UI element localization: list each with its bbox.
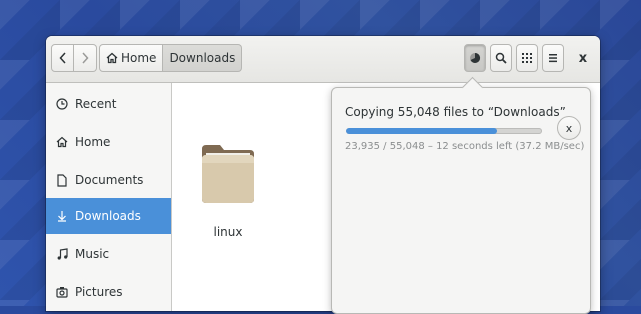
sidebar-item-downloads[interactable]: Downloads bbox=[46, 198, 171, 234]
operation-progress-bar bbox=[346, 128, 542, 134]
operations-button[interactable] bbox=[464, 44, 486, 72]
home-icon bbox=[55, 136, 69, 148]
operation-status: 23,935 / 55,048 – 12 seconds left (37.2 … bbox=[345, 141, 585, 152]
home-icon bbox=[106, 52, 118, 64]
clock-icon bbox=[55, 98, 69, 110]
sidebar-item-music[interactable]: Music bbox=[46, 236, 171, 272]
chevron-right-icon bbox=[82, 52, 89, 64]
back-button[interactable] bbox=[51, 44, 74, 72]
close-icon: x bbox=[565, 121, 573, 135]
hamburger-menu-icon bbox=[549, 54, 557, 63]
sidebar-item-pictures[interactable]: Pictures bbox=[46, 274, 171, 310]
pie-progress-icon bbox=[470, 52, 481, 63]
operation-progress-fill bbox=[346, 128, 497, 134]
sidebar-item-recent[interactable]: Recent bbox=[46, 86, 171, 122]
breadcrumb-home[interactable]: Home bbox=[99, 44, 164, 72]
header-bar: Home Downloads x bbox=[46, 36, 600, 83]
music-icon bbox=[55, 248, 69, 260]
sidebar-item-label: Recent bbox=[75, 97, 117, 111]
download-icon bbox=[55, 210, 69, 222]
breadcrumb-home-label: Home bbox=[121, 51, 157, 65]
file-name: linux bbox=[213, 225, 243, 239]
breadcrumb-downloads[interactable]: Downloads bbox=[163, 44, 243, 72]
forward-button[interactable] bbox=[74, 44, 97, 72]
sidebar-item-label: Documents bbox=[75, 173, 144, 187]
breadcrumb: Home Downloads bbox=[99, 44, 243, 72]
breadcrumb-downloads-label: Downloads bbox=[169, 51, 236, 65]
view-mode-button[interactable] bbox=[516, 44, 538, 72]
sidebar-item-label: Music bbox=[75, 247, 110, 261]
chevron-left-icon bbox=[58, 52, 66, 64]
menu-button[interactable] bbox=[542, 44, 564, 72]
sidebar-item-label: Home bbox=[75, 135, 111, 149]
close-icon: x bbox=[578, 50, 588, 66]
document-icon bbox=[55, 173, 69, 187]
search-icon bbox=[495, 52, 507, 64]
grid-view-icon bbox=[522, 53, 532, 63]
sidebar-item-label: Downloads bbox=[75, 209, 141, 223]
sidebar-item-home[interactable]: Home bbox=[46, 124, 171, 160]
search-button[interactable] bbox=[490, 44, 512, 72]
sidebar-item-label: Pictures bbox=[75, 285, 123, 299]
sidebar: Recent Home Documents Downloads Music Pi… bbox=[46, 83, 172, 311]
window-close-button[interactable]: x bbox=[574, 46, 592, 70]
sidebar-item-documents[interactable]: Documents bbox=[46, 162, 171, 198]
navigation-buttons bbox=[51, 44, 97, 72]
camera-icon bbox=[55, 286, 69, 298]
folder-icon bbox=[202, 145, 254, 203]
file-item[interactable]: linux bbox=[200, 133, 256, 243]
cancel-operation-button[interactable]: x bbox=[557, 116, 581, 140]
operations-popover: Copying 55,048 files to “Downloads” 23,9… bbox=[331, 76, 591, 314]
operation-title: Copying 55,048 files to “Downloads” bbox=[345, 105, 566, 119]
